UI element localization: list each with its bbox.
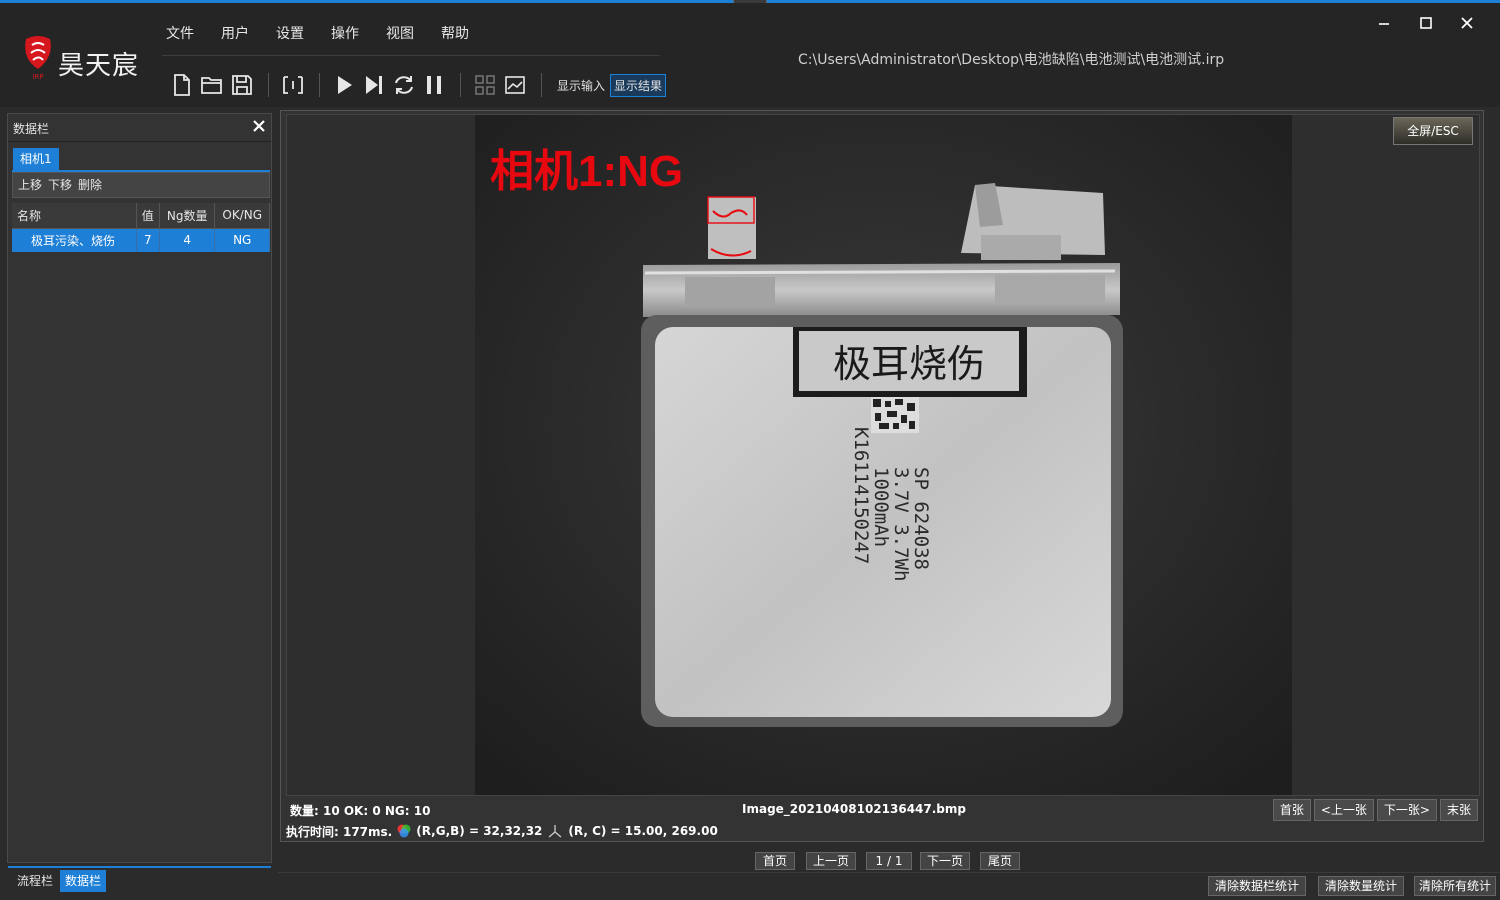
menu-help[interactable]: 帮助 bbox=[441, 23, 496, 43]
row-actions-bar: 上移 下移 删除 bbox=[12, 172, 270, 198]
camera-ng-overlay: 相机1:NG bbox=[490, 147, 684, 196]
minimize-icon bbox=[1379, 23, 1389, 25]
svg-text:IRP: IRP bbox=[32, 73, 43, 81]
menu-file[interactable]: 文件 bbox=[166, 23, 221, 43]
panel-close-icon[interactable] bbox=[251, 118, 267, 134]
tab-data[interactable]: 数据栏 bbox=[60, 870, 107, 892]
rgb-readout: (R,G,B) = 32,32,32 bbox=[416, 824, 543, 838]
move-up-button[interactable]: 上移 bbox=[18, 178, 42, 192]
row-value: 7 bbox=[136, 228, 160, 252]
count-stats: 数量: 10 OK: 0 NG: 10 bbox=[290, 804, 431, 818]
show-input-button[interactable]: 显示输入 bbox=[554, 75, 608, 96]
prev-page-button[interactable]: 上一页 bbox=[806, 852, 856, 870]
pause-icon[interactable] bbox=[420, 71, 448, 99]
brand-logo-icon: IRP bbox=[25, 36, 51, 81]
play-icon[interactable] bbox=[330, 71, 358, 99]
table-row[interactable]: 极耳污染、烧伤 7 4 NG bbox=[12, 228, 270, 252]
svg-text:K16114150247: K16114150247 bbox=[850, 427, 872, 564]
column-header-ng-count[interactable]: Ng数量 bbox=[159, 203, 216, 229]
close-button[interactable] bbox=[1455, 13, 1479, 33]
file-path: C:\Users\Administrator\Desktop\电池缺陷\电池测试… bbox=[798, 52, 1225, 68]
next-page-button[interactable]: 下一页 bbox=[920, 852, 970, 870]
toolbar-divider bbox=[319, 73, 320, 97]
data-panel-title: 数据栏 bbox=[13, 122, 50, 136]
image-viewer: 极耳烧伤 K16114150247 1000mAh 3.7V 3.7Wh SP … bbox=[280, 110, 1484, 842]
next-image-button[interactable]: 下一张> bbox=[1376, 799, 1437, 821]
battery-inspection-image: 极耳烧伤 K16114150247 1000mAh 3.7V 3.7Wh SP … bbox=[475, 115, 1292, 795]
footer-bar bbox=[278, 872, 1500, 900]
move-down-button[interactable]: 下移 bbox=[48, 178, 72, 192]
toolbar-divider bbox=[541, 73, 542, 97]
image-filename: Image_20210408102136447.bmp bbox=[742, 802, 966, 816]
menu-user[interactable]: 用户 bbox=[221, 23, 276, 43]
toolbar-divider bbox=[460, 73, 461, 97]
title-bar: IRP 昊天宸 文件 用户 设置 操作 视图 帮助 显示输入 显示结果 C:\U… bbox=[0, 3, 1500, 107]
show-result-button[interactable]: 显示结果 bbox=[610, 73, 667, 97]
delete-button[interactable]: 删除 bbox=[78, 178, 102, 192]
save-icon[interactable] bbox=[228, 71, 256, 99]
svg-text:1000mAh: 1000mAh bbox=[870, 467, 892, 547]
last-image-button[interactable]: 末张 bbox=[1439, 799, 1478, 821]
color-wheel-icon bbox=[397, 824, 411, 838]
table-header-row: 名称 值 Ng数量 OK/NG bbox=[12, 203, 270, 229]
fullscreen-button[interactable]: 全屏/ESC bbox=[1393, 117, 1473, 145]
toolbar-divider bbox=[268, 73, 269, 97]
pixel-info-bar: 执行时间: 177ms. (R,G,B) = 32,32,32 (R, C) =… bbox=[286, 822, 1480, 840]
clear-panel-stats-button[interactable]: 清除数据栏统计 bbox=[1208, 876, 1306, 896]
panel-bottom-tabs: 流程栏 数据栏 bbox=[8, 866, 271, 894]
first-image-button[interactable]: 首张 bbox=[1272, 799, 1311, 821]
tab-flow[interactable]: 流程栏 bbox=[12, 870, 58, 892]
rc-readout: (R, C) = 15.00, 269.00 bbox=[568, 824, 718, 838]
loop-icon[interactable] bbox=[390, 71, 418, 99]
image-status-bar: 数量: 10 OK: 0 NG: 10 Image_20210408102136… bbox=[286, 799, 1480, 821]
row-result: NG bbox=[214, 228, 270, 252]
clear-all-stats-button[interactable]: 清除所有统计 bbox=[1414, 876, 1496, 896]
image-icon[interactable] bbox=[501, 71, 529, 99]
tab-camera1[interactable]: 相机1 bbox=[13, 148, 59, 170]
column-header-result[interactable]: OK/NG bbox=[214, 203, 270, 229]
svg-text:SP 624038: SP 624038 bbox=[910, 467, 932, 570]
data-table: 名称 值 Ng数量 OK/NG 极耳污染、烧伤 7 4 NG bbox=[12, 203, 270, 252]
menu-settings[interactable]: 设置 bbox=[276, 23, 331, 43]
photo-label-text: 极耳烧伤 bbox=[833, 342, 985, 386]
open-folder-icon[interactable] bbox=[198, 71, 226, 99]
step-icon[interactable] bbox=[360, 71, 388, 99]
qr-code bbox=[871, 397, 919, 433]
image-canvas[interactable]: 极耳烧伤 K16114150247 1000mAh 3.7V 3.7Wh SP … bbox=[286, 114, 1480, 796]
toolbar: 显示输入 显示结果 bbox=[168, 69, 667, 101]
column-header-name[interactable]: 名称 bbox=[12, 203, 137, 229]
page-indicator: 1 / 1 bbox=[866, 852, 912, 870]
image-nav: 首张 <上一张 下一张> 末张 bbox=[1272, 799, 1478, 821]
menu-divider bbox=[162, 55, 660, 56]
svg-text:3.7V 3.7Wh: 3.7V 3.7Wh bbox=[890, 467, 912, 581]
row-name: 极耳污染、烧伤 bbox=[12, 228, 137, 252]
data-panel: 数据栏 相机1 上移 下移 删除 名称 值 Ng数量 OK/NG 极耳污染、烧伤 7… bbox=[7, 113, 272, 894]
menu-bar: 文件 用户 设置 操作 视图 帮助 bbox=[166, 23, 496, 43]
prev-image-button[interactable]: <上一张 bbox=[1313, 799, 1374, 821]
last-page-button[interactable]: 尾页 bbox=[980, 852, 1020, 870]
maximize-icon bbox=[1420, 17, 1432, 29]
brand-name: 昊天宸 bbox=[58, 51, 140, 81]
panel-divider bbox=[8, 141, 271, 142]
grid-icon[interactable] bbox=[471, 71, 499, 99]
minimize-button[interactable] bbox=[1372, 13, 1396, 33]
row-ng-count: 4 bbox=[159, 228, 216, 252]
frame-icon[interactable] bbox=[279, 71, 307, 99]
menu-view[interactable]: 视图 bbox=[386, 23, 441, 43]
new-file-icon[interactable] bbox=[168, 71, 196, 99]
close-icon bbox=[1461, 17, 1473, 29]
first-page-button[interactable]: 首页 bbox=[755, 852, 795, 870]
maximize-button[interactable] bbox=[1414, 13, 1438, 33]
exec-time: 执行时间: 177ms. bbox=[286, 824, 393, 839]
clear-count-stats-button[interactable]: 清除数量统计 bbox=[1318, 876, 1404, 896]
axes-icon bbox=[548, 825, 562, 838]
column-header-value[interactable]: 值 bbox=[136, 203, 160, 229]
menu-operation[interactable]: 操作 bbox=[331, 23, 386, 43]
